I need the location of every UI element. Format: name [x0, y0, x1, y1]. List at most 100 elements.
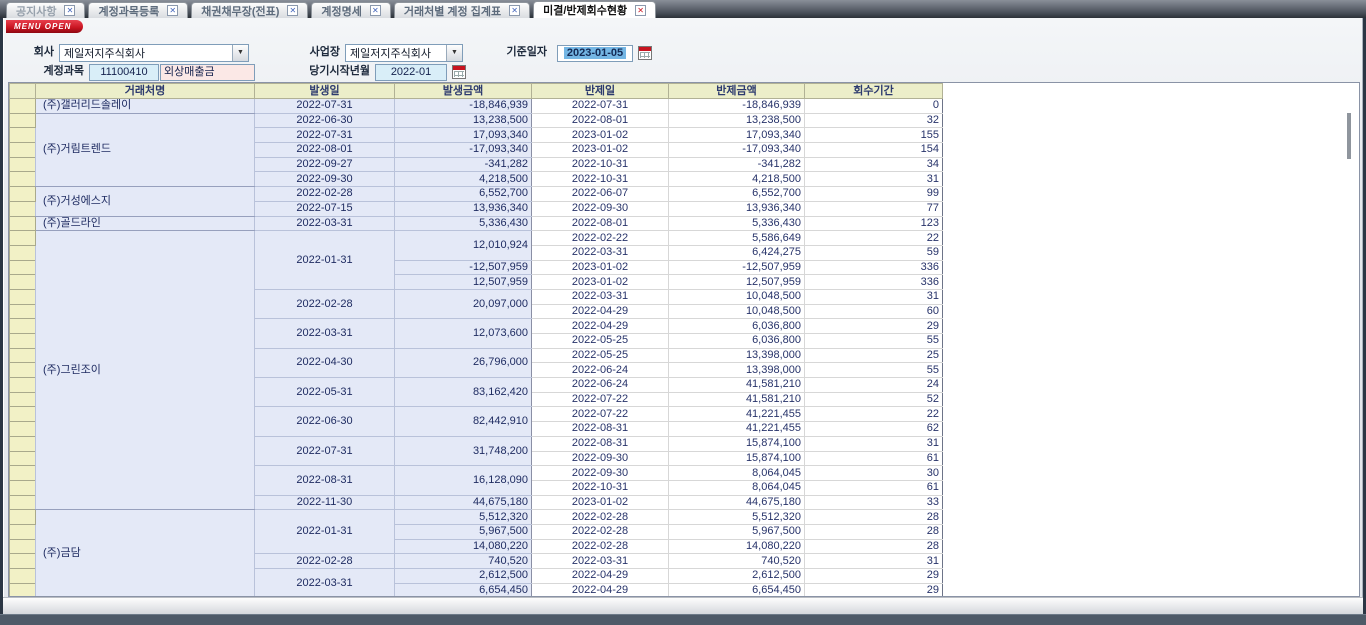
row-selector-cell[interactable]: [10, 99, 36, 114]
collection-days-cell[interactable]: 99: [805, 187, 943, 202]
repay-amount-cell[interactable]: 12,507,959: [669, 275, 805, 290]
row-selector-cell[interactable]: [10, 216, 36, 231]
repay-date-cell[interactable]: 2022-08-01: [532, 216, 669, 231]
repay-amount-cell[interactable]: 15,874,100: [669, 451, 805, 466]
collection-days-cell[interactable]: 25: [805, 348, 943, 363]
repay-date-cell[interactable]: 2022-03-31: [532, 554, 669, 569]
occur-amount-cell[interactable]: 16,128,090: [395, 466, 532, 495]
repay-amount-cell[interactable]: -12,507,959: [669, 260, 805, 275]
tab-close-icon[interactable]: ✕: [167, 5, 178, 16]
repay-date-cell[interactable]: 2023-01-02: [532, 143, 669, 158]
calendar-icon[interactable]: [638, 46, 652, 60]
row-selector-cell[interactable]: [10, 539, 36, 554]
collection-days-cell[interactable]: 77: [805, 201, 943, 216]
customer-name-cell[interactable]: (주)거성에스지: [36, 187, 255, 216]
row-selector-cell[interactable]: [10, 201, 36, 216]
row-selector-cell[interactable]: [10, 289, 36, 304]
repay-date-cell[interactable]: 2022-07-22: [532, 407, 669, 422]
base-date-input[interactable]: 2023-01-05: [557, 45, 633, 62]
tab-4[interactable]: 계정명세✕: [311, 2, 390, 18]
repay-amount-cell[interactable]: 14,080,220: [669, 539, 805, 554]
collection-days-cell[interactable]: 34: [805, 157, 943, 172]
collection-days-cell[interactable]: 33: [805, 495, 943, 510]
customer-name-cell[interactable]: (주)갤러리드솔레이: [36, 99, 255, 114]
occur-date-cell[interactable]: 2022-07-31: [255, 436, 395, 465]
collection-days-cell[interactable]: 28: [805, 524, 943, 539]
repay-amount-cell[interactable]: 6,424,275: [669, 245, 805, 260]
row-selector-cell[interactable]: [10, 524, 36, 539]
customer-name-cell[interactable]: (주)골드라인: [36, 216, 255, 231]
repay-date-cell[interactable]: 2022-03-31: [532, 289, 669, 304]
row-selector-cell[interactable]: [10, 143, 36, 158]
repay-amount-cell[interactable]: -17,093,340: [669, 143, 805, 158]
occur-amount-cell[interactable]: 31,748,200: [395, 436, 532, 465]
occur-date-cell[interactable]: 2022-06-30: [255, 113, 395, 128]
repay-amount-cell[interactable]: 13,398,000: [669, 363, 805, 378]
tab-close-icon[interactable]: ✕: [64, 5, 75, 16]
repay-amount-cell[interactable]: 4,218,500: [669, 172, 805, 187]
repay-amount-cell[interactable]: 5,586,649: [669, 231, 805, 246]
collection-days-cell[interactable]: 31: [805, 172, 943, 187]
occur-amount-cell[interactable]: 13,238,500: [395, 113, 532, 128]
collection-days-cell[interactable]: 55: [805, 334, 943, 349]
occur-date-cell[interactable]: 2022-01-31: [255, 510, 395, 554]
collection-days-cell[interactable]: 52: [805, 392, 943, 407]
occur-amount-cell[interactable]: 6,552,700: [395, 187, 532, 202]
occur-amount-cell[interactable]: 82,442,910: [395, 407, 532, 436]
row-selector-cell[interactable]: [10, 231, 36, 246]
vertical-scrollbar-thumb[interactable]: [1347, 113, 1351, 159]
collection-days-cell[interactable]: 22: [805, 231, 943, 246]
row-selector-cell[interactable]: [10, 363, 36, 378]
occur-amount-cell[interactable]: 17,093,340: [395, 128, 532, 143]
repay-date-cell[interactable]: 2022-02-28: [532, 524, 669, 539]
repay-date-cell[interactable]: 2022-04-29: [532, 583, 669, 597]
row-selector-cell[interactable]: [10, 451, 36, 466]
occur-date-cell[interactable]: 2022-06-30: [255, 407, 395, 436]
occur-amount-cell[interactable]: 5,512,320: [395, 510, 532, 525]
repay-date-cell[interactable]: 2023-01-02: [532, 275, 669, 290]
occur-amount-cell[interactable]: 44,675,180: [395, 495, 532, 510]
repay-amount-cell[interactable]: 44,675,180: [669, 495, 805, 510]
repay-date-cell[interactable]: 2022-08-31: [532, 422, 669, 437]
repay-date-cell[interactable]: 2022-04-29: [532, 569, 669, 584]
occur-amount-cell[interactable]: 14,080,220: [395, 539, 532, 554]
repay-date-cell[interactable]: 2022-06-07: [532, 187, 669, 202]
occur-amount-cell[interactable]: 20,097,000: [395, 289, 532, 318]
row-selector-cell[interactable]: [10, 510, 36, 525]
repay-date-cell[interactable]: 2022-09-30: [532, 451, 669, 466]
account-code-input[interactable]: 11100410: [89, 64, 159, 81]
repay-date-cell[interactable]: 2022-06-24: [532, 363, 669, 378]
occur-amount-cell[interactable]: 12,507,959: [395, 275, 532, 290]
occur-date-cell[interactable]: 2022-05-31: [255, 378, 395, 407]
row-selector-cell[interactable]: [10, 495, 36, 510]
repay-amount-cell[interactable]: 15,874,100: [669, 436, 805, 451]
occur-amount-cell[interactable]: 5,336,430: [395, 216, 532, 231]
collection-days-cell[interactable]: 336: [805, 275, 943, 290]
collection-days-cell[interactable]: 22: [805, 407, 943, 422]
occur-amount-cell[interactable]: 5,967,500: [395, 524, 532, 539]
repay-amount-cell[interactable]: 41,221,455: [669, 407, 805, 422]
repay-date-cell[interactable]: 2022-05-25: [532, 334, 669, 349]
occur-date-cell[interactable]: 2022-08-31: [255, 466, 395, 495]
occur-date-cell[interactable]: 2022-02-28: [255, 554, 395, 569]
repay-amount-cell[interactable]: 10,048,500: [669, 304, 805, 319]
repay-amount-cell[interactable]: 6,036,800: [669, 319, 805, 334]
repay-amount-cell[interactable]: 6,654,450: [669, 583, 805, 597]
calendar-icon[interactable]: [452, 65, 466, 79]
collection-days-cell[interactable]: 24: [805, 378, 943, 393]
occur-date-cell[interactable]: 2022-01-31: [255, 231, 395, 290]
occur-amount-cell[interactable]: 83,162,420: [395, 378, 532, 407]
collection-days-cell[interactable]: 32: [805, 113, 943, 128]
occur-date-cell[interactable]: 2022-11-30: [255, 495, 395, 510]
row-selector-cell[interactable]: [10, 422, 36, 437]
row-selector-cell[interactable]: [10, 569, 36, 584]
repay-date-cell[interactable]: 2023-01-02: [532, 260, 669, 275]
row-selector-cell[interactable]: [10, 407, 36, 422]
occur-amount-cell[interactable]: -18,846,939: [395, 99, 532, 114]
row-selector-cell[interactable]: [10, 334, 36, 349]
collection-days-cell[interactable]: 28: [805, 510, 943, 525]
occur-amount-cell[interactable]: 6,654,450: [395, 583, 532, 597]
row-selector-cell[interactable]: [10, 128, 36, 143]
occur-date-cell[interactable]: 2022-07-31: [255, 99, 395, 114]
tab-3[interactable]: 채권채무장(전표)✕: [191, 2, 308, 18]
